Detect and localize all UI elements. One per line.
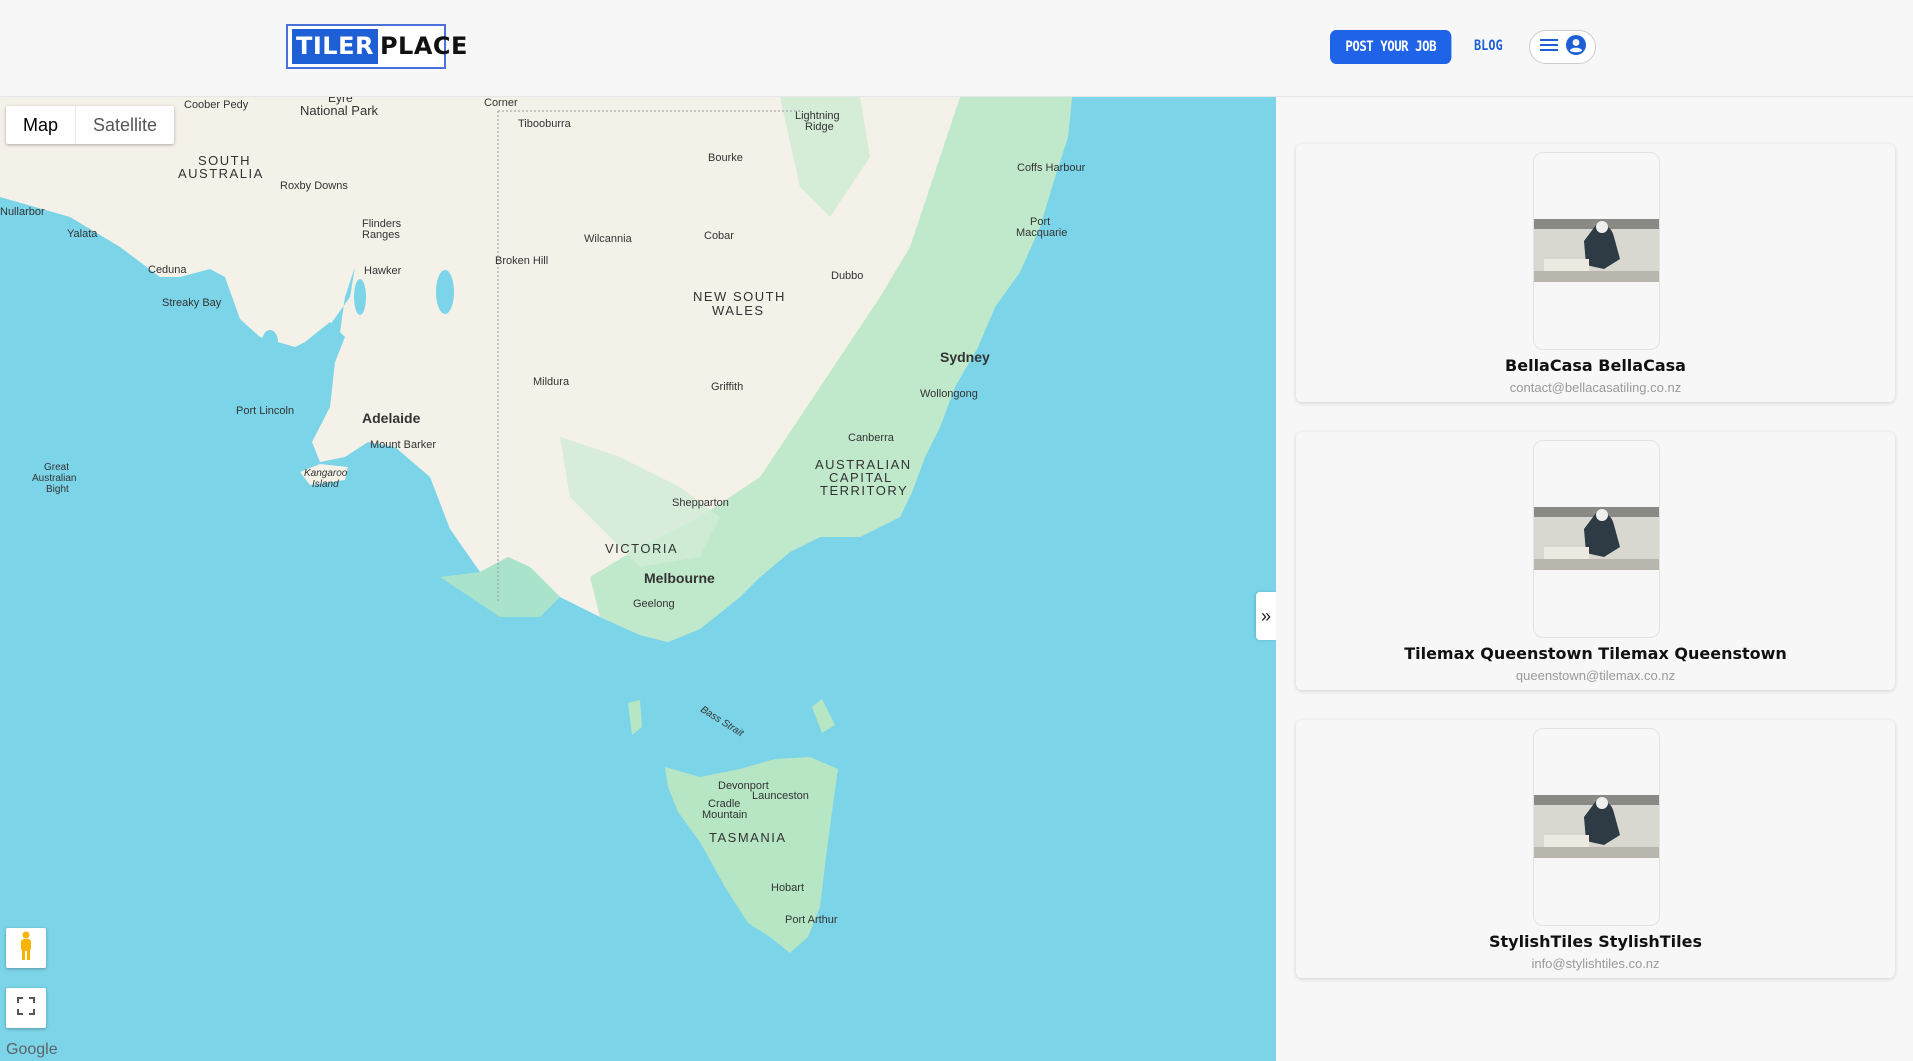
label-act3: TERRITORY xyxy=(820,483,908,498)
label-wollongong: Wollongong xyxy=(920,388,978,400)
label-tas: TASMANIA xyxy=(709,830,787,845)
chevron-double-right-icon: » xyxy=(1260,605,1271,626)
collapse-sidebar-button[interactable]: » xyxy=(1256,592,1276,640)
tiler-photo xyxy=(1534,507,1659,570)
label-brokenhill: Broken Hill xyxy=(495,255,548,267)
label-coober: Coober Pedy xyxy=(184,99,249,111)
label-cradle2: Mountain xyxy=(702,809,747,821)
map-type-toggle: Map Satellite xyxy=(6,106,175,144)
fullscreen-button[interactable] xyxy=(6,988,46,1028)
label-kangaroo1: Kangaroo xyxy=(304,468,348,479)
label-coffs: Coffs Harbour xyxy=(1017,162,1086,174)
label-hawker: Hawker xyxy=(364,265,402,277)
label-kangaroo2: Island xyxy=(312,479,339,490)
fullscreen-icon xyxy=(17,996,35,1020)
map-canvas: SOUTH AUSTRALIA NEW SOUTH WALES AUSTRALI… xyxy=(0,97,1086,953)
label-sa2: AUSTRALIA xyxy=(178,166,264,181)
label-shepparton: Shepparton xyxy=(672,497,729,509)
label-melbourne: Melbourne xyxy=(644,570,715,586)
tiler-email[interactable]: contact@bellacasatiling.co.nz xyxy=(1296,380,1895,395)
tiler-email[interactable]: queenstown@tilemax.co.nz xyxy=(1296,668,1895,683)
label-bass: Bass Strait xyxy=(698,704,746,740)
hamburger-icon xyxy=(1539,38,1558,57)
account-circle-icon xyxy=(1565,34,1586,60)
tiler-photo-frame xyxy=(1533,440,1660,638)
tiler-name: BellaCasa BellaCasa xyxy=(1505,356,1686,375)
label-lightning2: Ridge xyxy=(805,121,834,133)
tiler-photo xyxy=(1534,795,1659,858)
label-corner: Corner xyxy=(484,97,518,109)
label-geelong: Geelong xyxy=(633,598,675,610)
tiler-photo-frame xyxy=(1533,728,1660,926)
google-logo[interactable]: Google xyxy=(6,1041,58,1059)
tiler-card[interactable]: StylishTiles StylishTiles info@stylishti… xyxy=(1296,720,1895,978)
map-type-map-button[interactable]: Map xyxy=(6,106,75,144)
label-wilcannia: Wilcannia xyxy=(584,233,633,245)
label-nullarbor: Nullarbor xyxy=(0,206,45,218)
label-canberra: Canberra xyxy=(848,432,895,444)
blog-link[interactable]: BLOG xyxy=(1474,38,1503,54)
label-portarthur: Port Arthur xyxy=(785,914,838,926)
post-your-job-button[interactable]: POST YOUR JOB xyxy=(1330,30,1452,64)
label-natpark: National Park xyxy=(300,103,379,118)
label-portlincoln: Port Lincoln xyxy=(236,405,294,417)
map-view[interactable]: SOUTH AUSTRALIA NEW SOUTH WALES AUSTRALI… xyxy=(0,97,1276,1061)
label-cobar: Cobar xyxy=(704,230,734,242)
street-view-pegman-button[interactable] xyxy=(6,928,46,968)
label-nsw1: NEW SOUTH xyxy=(693,289,786,304)
label-gab1: Great xyxy=(44,462,69,473)
label-mildura: Mildura xyxy=(533,376,570,388)
tiler-name: StylishTiles StylishTiles xyxy=(1488,932,1703,951)
tiler-name: Tilemax Queenstown Tilemax Queenstown xyxy=(1404,644,1787,663)
label-vic: VICTORIA xyxy=(605,541,678,556)
label-flinders2: Ranges xyxy=(362,229,400,241)
tiler-photo-frame xyxy=(1533,152,1660,350)
label-mtbarker: Mount Barker xyxy=(370,439,436,451)
label-nsw2: WALES xyxy=(712,303,765,318)
label-sydney: Sydney xyxy=(940,349,990,365)
tiler-photo xyxy=(1534,219,1659,282)
label-ceduna: Ceduna xyxy=(148,264,187,276)
label-gab3: Bight xyxy=(46,484,69,495)
label-tibooburra: Tibooburra xyxy=(518,118,572,130)
top-header: TILER PLACE POST YOUR JOB BLOG xyxy=(0,0,1913,97)
label-gab2: Australian xyxy=(32,473,76,484)
label-hobart: Hobart xyxy=(771,882,804,894)
logo-text-place: PLACE xyxy=(379,32,468,60)
label-yalata: Yalata xyxy=(67,228,98,240)
tilerplace-logo[interactable]: TILER PLACE xyxy=(286,24,467,69)
label-streaky: Streaky Bay xyxy=(162,297,222,309)
pegman-icon xyxy=(17,931,35,966)
label-adelaide: Adelaide xyxy=(362,410,421,426)
tiler-card[interactable]: Tilemax Queenstown Tilemax Queenstown qu… xyxy=(1296,432,1895,690)
label-launceston: Launceston xyxy=(752,790,809,802)
user-menu-button[interactable] xyxy=(1529,30,1596,64)
label-dubbo: Dubbo xyxy=(831,270,863,282)
logo-text-tiler: TILER xyxy=(292,29,378,64)
label-roxby: Roxby Downs xyxy=(280,180,348,192)
label-bourke: Bourke xyxy=(708,152,743,164)
tiler-email[interactable]: info@stylishtiles.co.nz xyxy=(1296,956,1895,971)
tiler-list-sidebar: BellaCasa BellaCasa contact@bellacasatil… xyxy=(1276,97,1913,1061)
google-logo-text: Google xyxy=(6,1041,58,1058)
tiler-card[interactable]: BellaCasa BellaCasa contact@bellacasatil… xyxy=(1296,144,1895,402)
label-portmac2: Macquarie xyxy=(1016,227,1067,239)
map-type-satellite-button[interactable]: Satellite xyxy=(75,106,174,144)
label-griffith: Griffith xyxy=(711,381,743,393)
